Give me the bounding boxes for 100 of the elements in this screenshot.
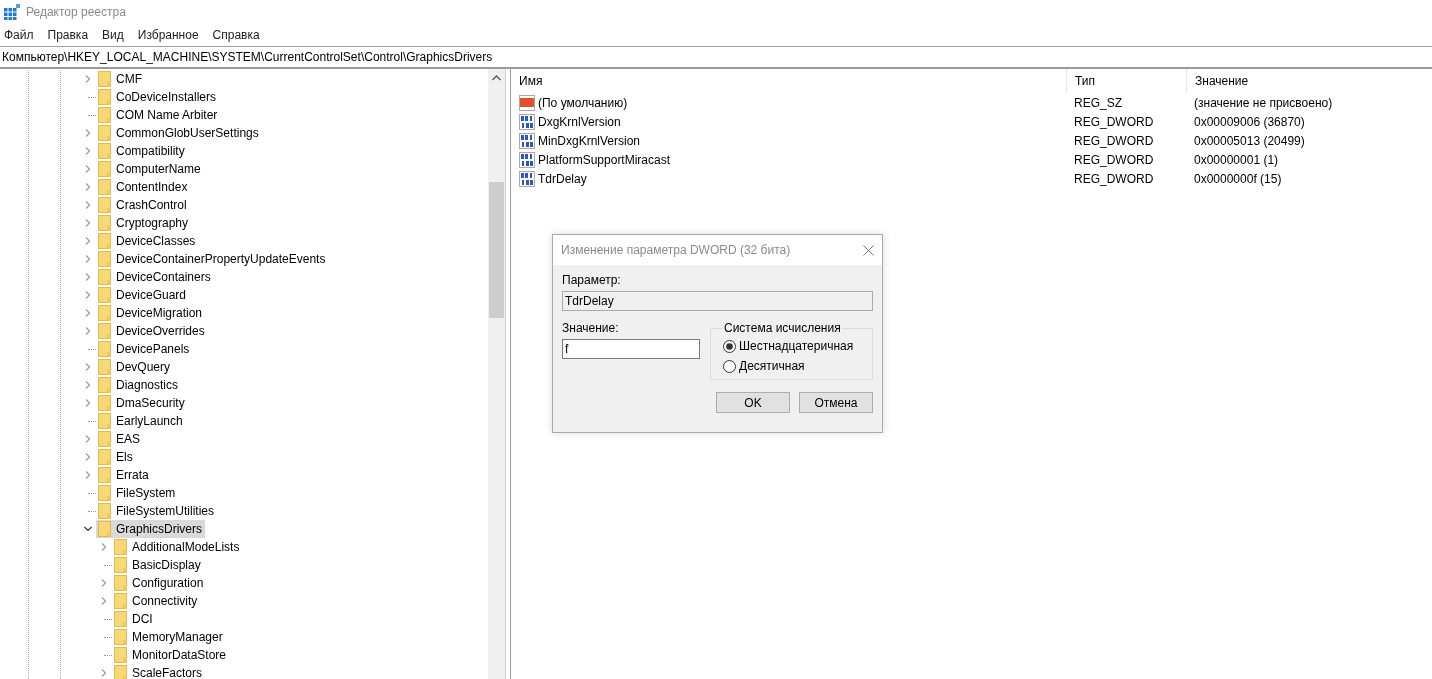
radio-checked-icon[interactable] bbox=[723, 339, 736, 353]
value-name[interactable]: PlatformSupportMiracast bbox=[511, 151, 1066, 168]
tree-item[interactable]: MonitorDataStore bbox=[112, 646, 230, 664]
value-name[interactable]: (По умолчанию) bbox=[511, 94, 1066, 111]
tree-item[interactable]: DevicePanels bbox=[96, 340, 193, 358]
tree-item[interactable]: BasicDisplay bbox=[112, 556, 204, 574]
tree-item[interactable]: DCI bbox=[112, 610, 156, 628]
tree-item[interactable]: DeviceMigration bbox=[96, 304, 206, 322]
folder-icon bbox=[114, 665, 127, 679]
tree-item[interactable]: COM Name Arbiter bbox=[96, 106, 221, 124]
tree-line bbox=[88, 492, 96, 494]
menu-item[interactable]: Файл bbox=[4, 27, 48, 42]
tree-item[interactable]: FileSystem bbox=[96, 484, 179, 502]
column-header[interactable]: Значение bbox=[1186, 69, 1432, 93]
chevron-right-icon[interactable] bbox=[84, 273, 92, 281]
tree-line bbox=[88, 420, 96, 422]
chevron-right-icon[interactable] bbox=[84, 291, 92, 299]
tree-item[interactable]: CoDeviceInstallers bbox=[96, 88, 220, 106]
tree-item[interactable]: ContentIndex bbox=[96, 178, 191, 196]
chevron-right-icon[interactable] bbox=[84, 237, 92, 245]
tree-item[interactable]: Connectivity bbox=[112, 592, 201, 610]
column-header[interactable]: Тип bbox=[1066, 69, 1186, 93]
column-header[interactable]: Имя bbox=[511, 69, 1066, 93]
menu-item[interactable]: Избранное bbox=[137, 27, 213, 42]
group-label: Система исчисления bbox=[723, 321, 842, 335]
chevron-right-icon[interactable] bbox=[84, 129, 92, 137]
chevron-right-icon[interactable] bbox=[100, 597, 108, 605]
tree-item[interactable]: Cryptography bbox=[96, 214, 192, 232]
tree-item[interactable]: EAS bbox=[96, 430, 143, 448]
folder-icon bbox=[98, 323, 111, 339]
folder-icon bbox=[98, 503, 111, 519]
value-name[interactable]: DxgKrnlVersion bbox=[511, 113, 1066, 130]
chevron-right-icon[interactable] bbox=[84, 381, 92, 389]
folder-icon bbox=[98, 485, 111, 501]
chevron-right-icon[interactable] bbox=[84, 399, 92, 407]
folder-icon bbox=[98, 431, 111, 447]
tree-item[interactable]: GraphicsDrivers bbox=[96, 520, 205, 538]
dialog-button[interactable]: OK bbox=[716, 392, 790, 413]
radio-option[interactable]: Шестнадцатеричная bbox=[723, 339, 862, 353]
tree-item[interactable]: CMF bbox=[96, 70, 145, 88]
chevron-down-icon[interactable] bbox=[84, 525, 92, 533]
chevron-right-icon[interactable] bbox=[84, 435, 92, 443]
tree-line bbox=[88, 114, 96, 116]
folder-icon bbox=[114, 557, 127, 573]
value-input[interactable]: f bbox=[562, 339, 700, 359]
tree-item[interactable]: DeviceContainers bbox=[96, 268, 214, 286]
scroll-up-icon[interactable] bbox=[492, 75, 501, 81]
dialog-button[interactable]: Отмена bbox=[799, 392, 873, 413]
close-icon[interactable] bbox=[863, 244, 874, 256]
chevron-right-icon[interactable] bbox=[84, 453, 92, 461]
value-name[interactable]: MinDxgKrnlVersion bbox=[511, 132, 1066, 149]
chevron-right-icon[interactable] bbox=[84, 363, 92, 371]
menu-item[interactable]: Правка bbox=[47, 27, 103, 42]
scrollbar[interactable] bbox=[488, 69, 505, 679]
tree-item[interactable]: DeviceOverrides bbox=[96, 322, 208, 340]
tree-item[interactable]: Els bbox=[96, 448, 136, 466]
chevron-right-icon[interactable] bbox=[100, 543, 108, 551]
parameter-field[interactable]: TdrDelay bbox=[562, 291, 873, 311]
chevron-right-icon[interactable] bbox=[84, 165, 92, 173]
tree-item[interactable]: Compatibility bbox=[96, 142, 188, 160]
tree-item[interactable]: CommonGlobUserSettings bbox=[96, 124, 262, 142]
chevron-right-icon[interactable] bbox=[84, 327, 92, 335]
chevron-right-icon[interactable] bbox=[84, 255, 92, 263]
chevron-right-icon[interactable] bbox=[84, 147, 92, 155]
chevron-right-icon[interactable] bbox=[100, 579, 108, 587]
chevron-right-icon[interactable] bbox=[84, 183, 92, 191]
tree-item[interactable]: CrashControl bbox=[96, 196, 190, 214]
chevron-right-icon[interactable] bbox=[84, 309, 92, 317]
tree-item[interactable]: DeviceClasses bbox=[96, 232, 199, 250]
tree-item[interactable]: DeviceGuard bbox=[96, 286, 190, 304]
tree-item[interactable]: AdditionalModeLists bbox=[112, 538, 243, 556]
value-name[interactable]: TdrDelay bbox=[511, 170, 1066, 187]
tree-item[interactable]: Diagnostics bbox=[96, 376, 182, 394]
tree-item[interactable]: Configuration bbox=[112, 574, 207, 592]
menu-item[interactable]: Справка bbox=[212, 27, 274, 42]
tree-item[interactable]: ComputerName bbox=[96, 160, 204, 178]
chevron-right-icon[interactable] bbox=[84, 471, 92, 479]
chevron-right-icon[interactable] bbox=[84, 201, 92, 209]
folder-icon bbox=[98, 467, 111, 483]
address-bar[interactable]: Компьютер\HKEY_LOCAL_MACHINE\SYSTEM\CurrentControlSet\Control\GraphicsDrivers bbox=[0, 47, 1432, 69]
folder-icon bbox=[98, 413, 111, 429]
scrollbar-thumb[interactable] bbox=[489, 182, 504, 318]
menu-item[interactable]: Вид bbox=[102, 27, 138, 42]
tree-item[interactable]: DmaSecurity bbox=[96, 394, 188, 412]
radio-option[interactable]: Десятичная bbox=[723, 359, 862, 373]
tree-item[interactable]: FileSystemUtilities bbox=[96, 502, 217, 520]
folder-icon bbox=[98, 89, 111, 105]
radio-unchecked-icon[interactable] bbox=[723, 359, 736, 373]
tree-item[interactable]: Errata bbox=[96, 466, 152, 484]
binary-value-icon bbox=[519, 151, 535, 168]
tree-item[interactable]: DeviceContainerPropertyUpdateEvents bbox=[96, 250, 329, 268]
folder-icon bbox=[98, 215, 111, 231]
chevron-right-icon[interactable] bbox=[84, 219, 92, 227]
tree-item[interactable]: EarlyLaunch bbox=[96, 412, 186, 430]
tree-item[interactable]: ScaleFactors bbox=[112, 664, 206, 679]
tree-item[interactable]: MemoryManager bbox=[112, 628, 226, 646]
folder-icon bbox=[98, 269, 111, 285]
chevron-right-icon[interactable] bbox=[84, 75, 92, 83]
tree-item[interactable]: DevQuery bbox=[96, 358, 174, 376]
chevron-right-icon[interactable] bbox=[100, 669, 108, 677]
